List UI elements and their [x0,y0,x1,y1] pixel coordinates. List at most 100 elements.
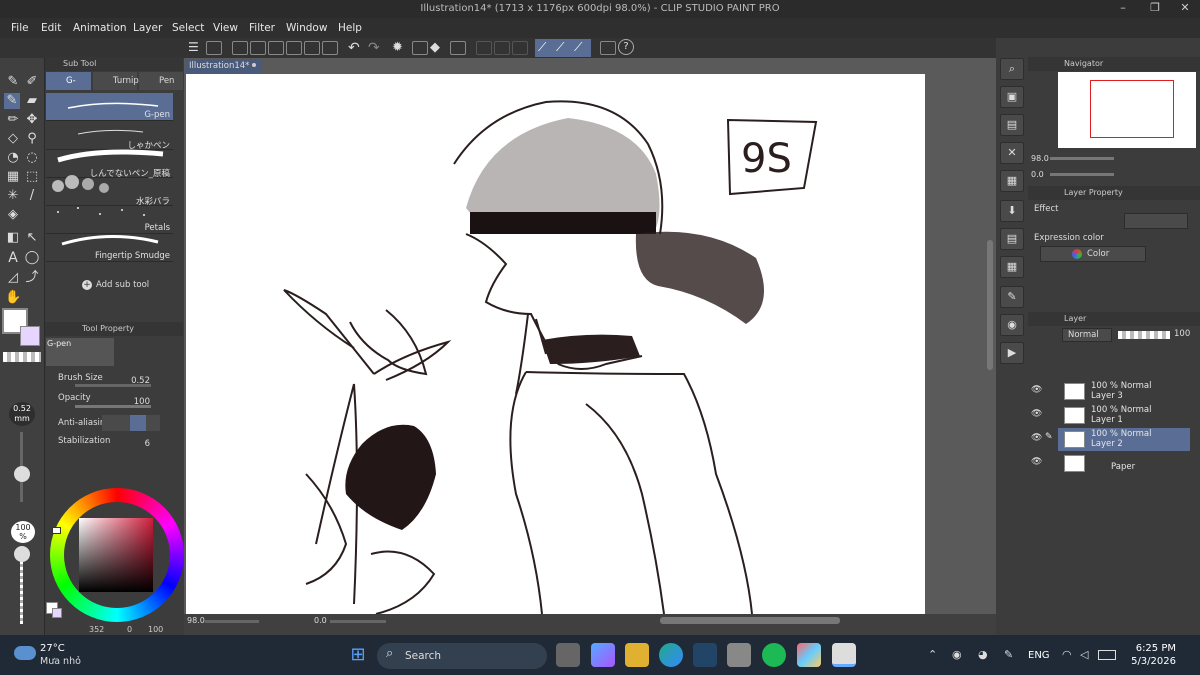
pen-tool-icon[interactable]: ✎ [5,74,21,90]
clear-icon[interactable]: ✹ [392,40,403,55]
taskbar-search[interactable] [377,643,547,669]
navigator-view-rect[interactable] [1090,80,1174,138]
save-icon[interactable] [268,41,284,55]
fill-icon[interactable]: ◆ [430,40,440,55]
camera-icon[interactable]: ◉ [1000,314,1024,336]
document-tab[interactable]: Illustration14* [186,59,262,73]
navigator-angle-slider[interactable] [1050,173,1114,176]
tray-pen-icon[interactable]: ✎ [1004,648,1013,661]
tray-expand-icon[interactable]: ⌃ [928,648,937,661]
drop-tool-icon[interactable]: ◔ [5,150,21,166]
navigator-angle[interactable]: 0.0 [1031,170,1044,179]
sub-color-swatch[interactable] [20,326,40,346]
battery-icon[interactable] [1098,650,1116,660]
clear-outside-icon[interactable] [412,41,428,55]
menu-animation[interactable]: Animation [73,22,127,34]
eye-icon[interactable]: 👁 [1031,433,1042,443]
ruler-tool-icon[interactable]: ◿ [5,270,21,286]
task-view-icon[interactable] [556,643,580,667]
minimize-button[interactable]: – [1108,1,1138,17]
canvas-zoom-value[interactable]: 98.0 [187,616,205,625]
menu-select[interactable]: Select [172,22,204,34]
export-psd-icon[interactable] [322,41,338,55]
text-tool-icon[interactable]: A [5,250,21,266]
add-subtool-button[interactable]: Add sub tool [96,280,149,290]
clock-date[interactable]: 5/3/2026 [1126,656,1176,667]
vertical-scrollbar[interactable] [987,240,993,370]
antialiasing-selected[interactable] [130,415,146,431]
panel-icon-7[interactable]: ▤ [1000,228,1024,250]
weather-icon[interactable] [14,646,36,660]
search-placeholder[interactable]: Search [405,650,441,662]
export-layers-icon[interactable] [304,41,320,55]
animation-icon[interactable]: ▶ [1000,342,1024,364]
snap-grid-icon[interactable]: ⟋ [574,40,582,55]
blend-mode-select[interactable]: Normal [1062,328,1112,342]
wifi-icon[interactable]: ◠ [1062,648,1072,661]
file-explorer-icon[interactable] [625,643,649,667]
pen-active-icon[interactable]: ✎ [4,93,20,109]
language-indicator[interactable]: ENG [1028,650,1050,661]
new-file-icon[interactable] [232,41,248,55]
correct-line-tool-icon[interactable]: ⤴ [24,270,40,286]
menu-view[interactable]: View [213,22,238,34]
download-icon[interactable]: ⬇ [1000,200,1024,222]
snap-special-ruler-icon[interactable]: ⟋ [556,40,564,55]
app-icon-blue[interactable] [693,643,717,667]
layer-opacity-slider[interactable] [1118,331,1170,339]
menu-filter[interactable]: Filter [249,22,275,34]
eye-icon[interactable]: 👁 [1031,457,1042,467]
canvas-angle-value[interactable]: 0.0 [314,616,327,625]
balloon-tool-icon[interactable]: ◯ [24,250,40,266]
hand-tool-icon[interactable]: ✋ [5,290,21,306]
color-sub-mini[interactable] [52,608,62,618]
sub-view-icon[interactable]: ▤ [1000,114,1024,136]
clock-time[interactable]: 6:25 PM [1130,643,1176,654]
menu-edit[interactable]: Edit [41,22,61,34]
rotate-slider[interactable] [330,620,386,623]
transform-icon[interactable] [450,41,466,55]
layer-row[interactable]: 👁 100 % Normal Layer 3 [1028,380,1190,403]
layer-row[interactable]: 👁 100 % Normal Layer 1 [1028,404,1190,427]
paint-app-icon[interactable] [797,643,821,667]
open-file-icon[interactable] [250,41,266,55]
menu-layer[interactable]: Layer [133,22,162,34]
invert-selection-icon[interactable] [494,41,510,55]
ruler-icon[interactable] [600,41,616,55]
clip-studio-taskbar-icon[interactable] [832,643,856,667]
search-icon[interactable]: ⌕ [1000,58,1024,80]
brush-tool-icon[interactable]: ✏ [5,112,21,128]
edge-icon[interactable] [659,643,683,667]
opacity-slider-handle[interactable] [14,546,30,562]
menu-window[interactable]: Window [286,22,327,34]
snap-ruler-icon[interactable]: ⟋ [538,40,546,55]
store-icon[interactable] [727,643,751,667]
menu-icon[interactable]: ☰ [188,41,202,53]
selection-tool-icon[interactable]: ⬚ [24,169,40,185]
fill-tool-icon[interactable]: ◈ [5,207,21,223]
layer-opacity-value[interactable]: 100 [1174,329,1190,339]
frame-tool-icon[interactable]: ▦ [5,169,21,185]
move-tool-icon[interactable]: ✥ [24,112,40,128]
edit-panel-icon[interactable]: ✎ [1000,286,1024,308]
eyedropper-tool-icon[interactable]: ⚲ [24,131,40,147]
export-icon[interactable] [286,41,302,55]
spotify-icon[interactable] [762,643,786,667]
subtool-tab-turnip[interactable]: Turnip [93,72,139,90]
object-tool-icon[interactable]: ↖ [24,230,40,246]
clip-studio-icon[interactable] [206,41,222,55]
menu-file[interactable]: File [11,22,29,34]
close-button[interactable]: ✕ [1170,1,1200,17]
maximize-button[interactable]: ❐ [1140,1,1170,17]
menu-help[interactable]: Help [338,22,362,34]
eye-icon[interactable]: 👁 [1031,385,1042,395]
blend-tool-icon[interactable]: ◇ [5,131,21,147]
undo-icon[interactable]: ↶ [348,40,360,56]
tray-icon-1[interactable]: ◉ [952,648,962,661]
calendar-icon[interactable]: ▦ [1000,256,1024,278]
hue-marker[interactable] [52,527,61,534]
saturation-value-square[interactable] [79,518,153,592]
color-set-icon[interactable]: ▦ [1000,170,1024,192]
weather-desc[interactable]: Mưa nhỏ [40,656,81,667]
lasso-tool-icon[interactable]: ◌ [24,150,40,166]
